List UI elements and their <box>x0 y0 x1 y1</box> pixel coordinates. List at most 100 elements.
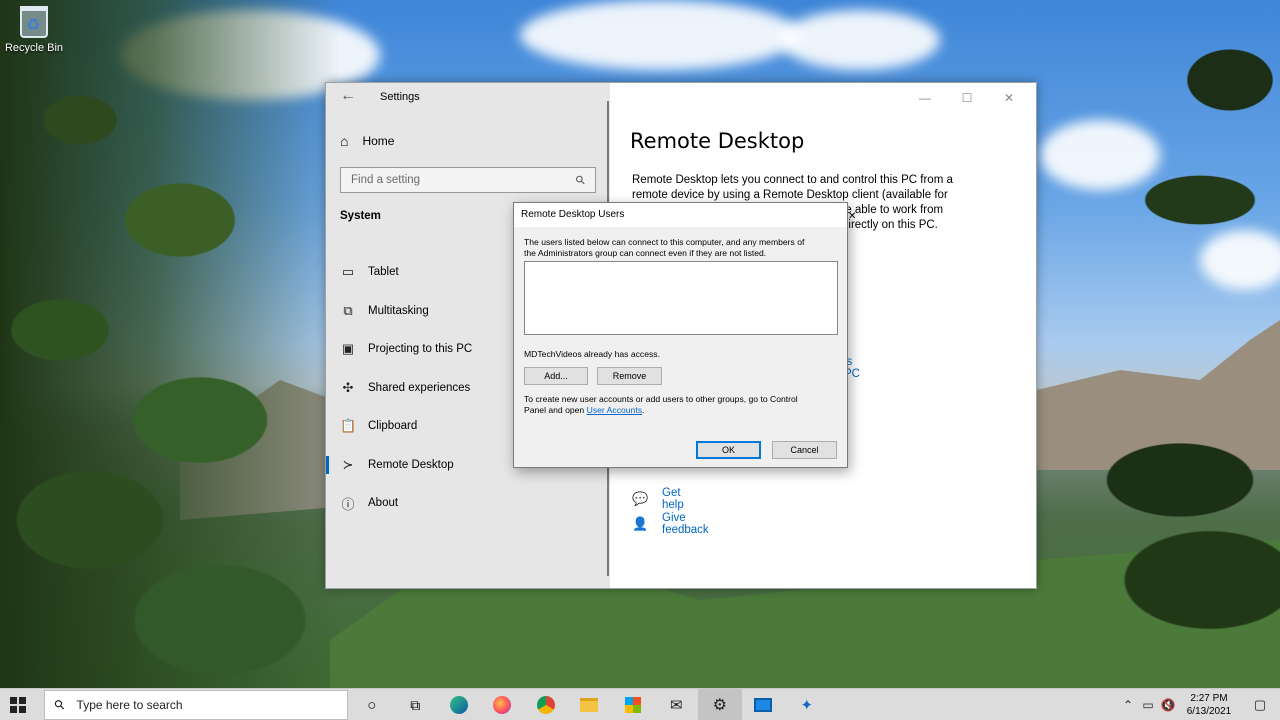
tablet-icon: ▭ <box>341 264 355 280</box>
maximize-button[interactable]: ☐ <box>946 83 988 113</box>
clock-time: 2:27 PM <box>1190 693 1228 704</box>
cortana-icon: ○ <box>367 696 377 714</box>
description-line: Remote Desktop lets you connect to and c… <box>632 174 953 186</box>
get-help-icon: 💬 <box>632 491 649 506</box>
minimize-button[interactable]: — <box>904 83 946 113</box>
get-help-label: Get help <box>662 487 684 511</box>
dialog-footer: To create new user accounts or add users… <box>524 394 798 415</box>
taskbar-apps: ○ ⧉ ✉ ⚙ ✦ <box>350 689 829 720</box>
shared-experiences-icon: ✣ <box>342 379 354 395</box>
store-icon <box>624 697 641 713</box>
sidebar-item-label: Tablet <box>368 266 399 279</box>
remote-desktop-users-dialog: Remote Desktop Users ✕ The users listed … <box>513 202 856 468</box>
system-tray: ⌃ ▭ 🔇 2:27 PM 6/13/2021 ▢ <box>1118 689 1280 720</box>
home-icon: ⌂ <box>340 133 349 149</box>
dialog-footer-line2: Panel and open User Accounts. <box>524 405 798 416</box>
find-setting-input[interactable]: Find a setting ⚲ <box>340 167 596 193</box>
page-title: Remote Desktop <box>630 129 805 153</box>
get-help-link[interactable]: 💬 Get help <box>632 487 684 511</box>
settings-taskbar-button[interactable]: ⚙ <box>698 689 742 720</box>
close-button[interactable]: ✕ <box>988 83 1030 113</box>
start-button[interactable] <box>10 697 26 713</box>
sidebar-item-label: Projecting to this PC <box>368 343 473 356</box>
mail-button[interactable]: ✉ <box>655 689 699 720</box>
remote-desktop-icon: ≻ <box>342 456 354 472</box>
dialog-intro: The users listed below can connect to th… <box>524 237 804 258</box>
give-feedback-link[interactable]: 👤 Give feedback <box>632 512 709 536</box>
notification-icon[interactable]: ▢ <box>1240 697 1280 713</box>
recycle-bin-label: Recycle Bin <box>4 42 64 54</box>
file-explorer-button[interactable] <box>568 689 612 720</box>
access-text: MDTechVideos already has access. <box>524 349 660 359</box>
users-listbox[interactable] <box>524 261 838 335</box>
edge-button[interactable] <box>437 689 481 720</box>
windows-logo-icon <box>19 697 26 704</box>
chrome-button[interactable] <box>524 689 568 720</box>
cancel-button[interactable]: Cancel <box>772 441 837 459</box>
chrome-icon <box>536 696 555 714</box>
recycle-bin-shortcut[interactable]: Recycle Bin <box>4 6 64 54</box>
firefox-icon <box>493 696 512 714</box>
windows-logo-icon <box>19 706 26 713</box>
taskbar-search-placeholder: Type here to search <box>76 698 183 712</box>
multitasking-icon: ⧉ <box>343 302 353 318</box>
user-accounts-link[interactable]: User Accounts <box>587 405 642 415</box>
dialog-intro-line: the Administrators group can connect eve… <box>524 247 767 258</box>
nav-home-label: Home <box>362 134 395 148</box>
close-icon: ✕ <box>1003 91 1015 105</box>
windows-logo-icon <box>10 697 17 704</box>
ok-button[interactable]: OK <box>696 441 761 459</box>
window-controls: — ☐ ✕ <box>904 83 1030 113</box>
dialog-footer-line: To create new user accounts or add users… <box>524 394 798 404</box>
minimize-icon: — <box>919 91 931 105</box>
close-icon: ✕ <box>848 211 857 222</box>
taskbar-clock[interactable]: 2:27 PM 6/13/2021 <box>1178 692 1240 718</box>
azure-icon: ✦ <box>800 697 814 714</box>
trees-right <box>1030 0 1280 688</box>
firefox-button[interactable] <box>481 689 525 720</box>
network-icon[interactable]: ▭ <box>1138 698 1158 712</box>
projecting-icon: ▣ <box>341 341 355 357</box>
dialog-title-bar: Remote Desktop Users ✕ <box>514 203 856 227</box>
task-view-icon: ⧉ <box>410 696 421 713</box>
recycle-bin-icon <box>20 6 48 38</box>
chevron-up-icon[interactable]: ⌃ <box>1118 698 1138 712</box>
azure-button[interactable]: ✦ <box>785 689 829 720</box>
description-line: remote device by using a Remote Desktop … <box>632 189 948 201</box>
taskbar-search[interactable]: ⚲ Type here to search <box>44 690 348 720</box>
nav-home[interactable]: ⌂ Home <box>340 133 394 149</box>
sidebar-item-label: About <box>368 497 399 510</box>
volume-muted-icon[interactable]: 🔇 <box>1158 698 1178 712</box>
search-icon: ⚲ <box>50 695 69 714</box>
settings-icon: ⚙ <box>712 697 727 714</box>
footer-prefix: Panel and open <box>524 404 587 415</box>
maximize-icon: ☐ <box>961 91 973 105</box>
clipboard-icon: 📋 <box>340 418 357 434</box>
remote-desktop-app-button[interactable] <box>742 689 786 720</box>
file-explorer-icon <box>580 698 599 712</box>
clock-date: 6/13/2021 <box>1186 706 1232 717</box>
task-view-button[interactable]: ⧉ <box>394 689 438 720</box>
windows-logo-icon <box>10 706 17 713</box>
nav-section-title: System <box>340 210 381 222</box>
about-icon: ⓘ <box>341 496 355 512</box>
dialog-intro-line: The users listed below can connect to th… <box>524 237 805 247</box>
cortana-button[interactable]: ○ <box>350 689 394 720</box>
mail-icon: ✉ <box>669 697 683 714</box>
remove-user-button[interactable]: Remove <box>597 367 662 385</box>
back-arrow-icon[interactable]: ← <box>340 87 356 105</box>
sidebar-item-label: Multitasking <box>368 304 429 317</box>
sidebar-item-label: Remote Desktop <box>368 458 454 471</box>
give-feedback-icon: 👤 <box>632 516 649 531</box>
give-feedback-label: Give feedback <box>662 512 709 536</box>
store-button[interactable] <box>611 689 655 720</box>
trees-left <box>0 0 340 688</box>
taskbar: ⚲ Type here to search ○ ⧉ ✉ ⚙ ✦ ⌃ ▭ 🔇 2:… <box>0 688 1280 720</box>
sidebar-item-label: Shared experiences <box>368 381 471 394</box>
sidebar-item-label: Clipboard <box>368 420 418 433</box>
footer-suffix: . <box>642 404 645 415</box>
edge-icon <box>449 696 468 714</box>
add-user-button[interactable]: Add... <box>524 367 588 385</box>
dialog-title: Remote Desktop Users <box>521 209 625 220</box>
sidebar-item-about[interactable]: ⓘ About <box>326 484 610 523</box>
